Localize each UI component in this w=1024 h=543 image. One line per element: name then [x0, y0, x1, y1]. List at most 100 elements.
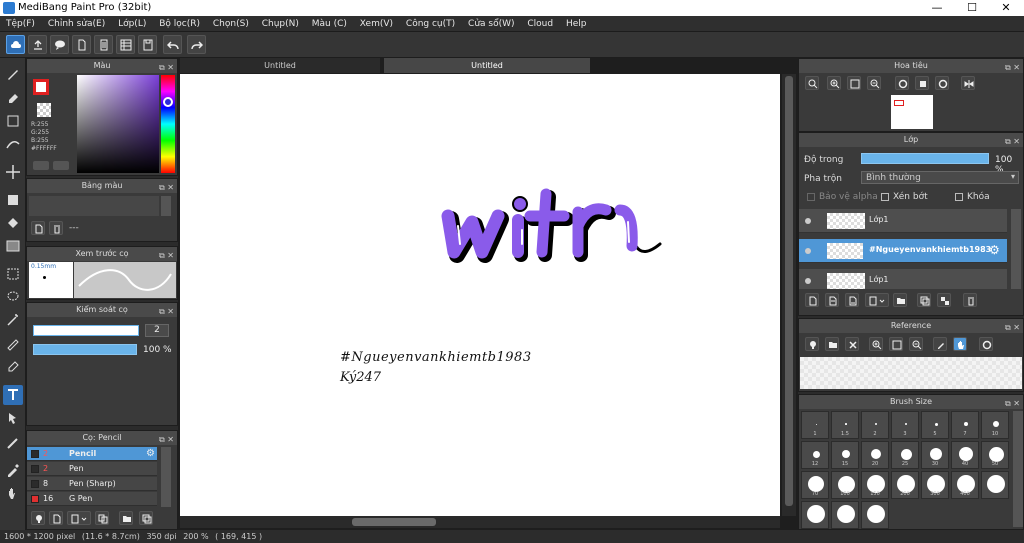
- panel-float-icon[interactable]: ⧉ ✕: [159, 249, 174, 263]
- menu-filter[interactable]: Bộ lọc(R): [159, 16, 200, 32]
- layer-row-selected[interactable]: #Ngueyenvankhiemtb1983 ⚙: [799, 239, 1007, 263]
- select-eraser-tool-icon[interactable]: [3, 356, 23, 376]
- brush-size-cell[interactable]: 100: [831, 471, 859, 499]
- curve-tool-icon[interactable]: [3, 134, 23, 154]
- save-icon[interactable]: [138, 35, 157, 54]
- tab-untitled-2[interactable]: Untitled: [384, 58, 590, 73]
- menu-layer[interactable]: Lớp(L): [118, 16, 146, 32]
- brush-size-cell[interactable]: 15: [831, 441, 859, 469]
- protect-alpha-checkbox[interactable]: [807, 193, 815, 201]
- reference-open-icon[interactable]: [825, 337, 839, 351]
- zoom-out-icon[interactable]: [867, 76, 881, 90]
- eyedropper-tool-icon[interactable]: [3, 460, 23, 480]
- navigator-thumbnail[interactable]: [891, 95, 933, 129]
- gradient-tool-icon[interactable]: [3, 236, 23, 256]
- delete-layer-icon[interactable]: [963, 293, 977, 307]
- background-color-swatch[interactable]: [37, 103, 51, 117]
- panel-float-icon[interactable]: ⧉ ✕: [1005, 397, 1020, 411]
- brush-size-cell[interactable]: 1.5: [831, 411, 859, 439]
- saturation-value-field[interactable]: [77, 75, 159, 173]
- layer-opacity-slider[interactable]: [861, 153, 989, 164]
- foreground-color-swatch[interactable]: [33, 79, 49, 95]
- new-8bit-layer-icon[interactable]: [845, 293, 859, 307]
- hand-tool-icon[interactable]: [3, 484, 23, 504]
- open-document-icon[interactable]: [94, 35, 113, 54]
- duplicate-icon[interactable]: [139, 511, 153, 525]
- reference-zoom-in-icon[interactable]: [869, 337, 883, 351]
- color-swap-button[interactable]: [53, 161, 69, 170]
- menu-color[interactable]: Màu (C): [312, 16, 347, 32]
- brush-size-cell[interactable]: 300: [921, 471, 949, 499]
- operation-tool-icon[interactable]: [3, 408, 23, 428]
- select-tool-icon[interactable]: [3, 264, 23, 284]
- eye-icon[interactable]: [805, 218, 811, 224]
- delete-palette-icon[interactable]: [49, 221, 63, 235]
- shape-tool-icon[interactable]: [3, 190, 23, 210]
- undo-icon[interactable]: [163, 35, 182, 54]
- brush-size-cell[interactable]: 2: [861, 411, 889, 439]
- menu-help[interactable]: Help: [566, 16, 587, 32]
- clipping-checkbox[interactable]: [881, 193, 889, 201]
- palette-swatch-area[interactable]: [29, 196, 159, 216]
- brush-size-cell[interactable]: 25: [891, 441, 919, 469]
- panel-float-icon[interactable]: ⧉ ✕: [1005, 61, 1020, 75]
- horizontal-scroll-thumb[interactable]: [352, 518, 436, 526]
- brush-size-cell[interactable]: 7: [951, 411, 979, 439]
- brush-size-cell[interactable]: 10: [981, 411, 1009, 439]
- brush-size-cell[interactable]: 70: [801, 471, 829, 499]
- gear-icon[interactable]: ⚙: [146, 447, 155, 461]
- menu-view[interactable]: Xem(V): [360, 16, 393, 32]
- tab-untitled-1[interactable]: Untitled: [180, 58, 380, 73]
- panel-float-icon[interactable]: ⧉ ✕: [1005, 135, 1020, 149]
- new-layer-icon[interactable]: [805, 293, 819, 307]
- brush-list-scrollbar[interactable]: [161, 447, 171, 507]
- brush-size-cell[interactable]: 200: [891, 471, 919, 499]
- brush-size-cell[interactable]: 5: [921, 411, 949, 439]
- zoom-in-icon[interactable]: [805, 76, 819, 90]
- panel-float-icon[interactable]: ⧉ ✕: [159, 61, 174, 75]
- reference-zoom-out-icon[interactable]: [909, 337, 923, 351]
- new-halftone-layer-icon[interactable]: [825, 293, 839, 307]
- vertical-scrollbar[interactable]: [782, 74, 796, 516]
- navigator-viewport[interactable]: [894, 100, 904, 106]
- duplicate-layer-icon[interactable]: [917, 293, 931, 307]
- upload-icon[interactable]: [28, 35, 47, 54]
- layer-folder-icon[interactable]: [893, 293, 907, 307]
- brush-size-cell[interactable]: 20: [861, 441, 889, 469]
- reference-rotate-icon[interactable]: [979, 337, 993, 351]
- fit-screen-icon[interactable]: [847, 76, 861, 90]
- add-brush-icon[interactable]: [31, 511, 45, 525]
- panel-float-icon[interactable]: ⧉ ✕: [159, 305, 174, 319]
- brush-size-value[interactable]: 2: [145, 324, 169, 337]
- zoom-in-plus-icon[interactable]: [827, 76, 841, 90]
- eraser-tool-icon[interactable]: [3, 88, 23, 108]
- reference-close-icon[interactable]: [845, 337, 859, 351]
- eye-icon[interactable]: [805, 248, 811, 254]
- grid-icon[interactable]: [116, 35, 135, 54]
- gear-icon[interactable]: ⚙: [989, 243, 1000, 257]
- folder-icon[interactable]: [119, 511, 133, 525]
- new-brush-icon[interactable]: [49, 511, 63, 525]
- brush-size-cell[interactable]: 1: [801, 411, 829, 439]
- flip-icon[interactable]: [961, 76, 975, 90]
- brush-item-g-pen[interactable]: 16 G Pen: [27, 492, 157, 506]
- brush-size-cell[interactable]: [831, 501, 859, 529]
- brush-item-pen-sharp[interactable]: 8 Pen (Sharp): [27, 477, 157, 491]
- brush-size-scrollbar[interactable]: [1013, 411, 1023, 527]
- redo-icon[interactable]: [187, 35, 206, 54]
- layer-row[interactable]: Lớp1: [799, 269, 1007, 289]
- copy-brush-icon[interactable]: [95, 511, 109, 525]
- menu-cloud[interactable]: Cloud: [527, 16, 553, 32]
- brush-item-pencil[interactable]: 2 Pencil ⚙: [27, 447, 157, 461]
- reference-eyedropper-icon[interactable]: [933, 337, 947, 351]
- comment-icon[interactable]: [50, 35, 69, 54]
- brush-size-cell[interactable]: 50: [981, 441, 1009, 469]
- brush-size-cell[interactable]: [861, 501, 889, 529]
- drawing-canvas[interactable]: #Ngueyenvankhiemtb1983 Ký247: [180, 74, 780, 516]
- reference-hand-icon[interactable]: [953, 337, 967, 351]
- brush-size-cell[interactable]: 40: [951, 441, 979, 469]
- magic-wand-tool-icon[interactable]: [3, 310, 23, 330]
- brush-size-cell[interactable]: 12: [801, 441, 829, 469]
- menu-tools[interactable]: Công cụ(T): [406, 16, 455, 32]
- select-pen-tool-icon[interactable]: [3, 333, 23, 353]
